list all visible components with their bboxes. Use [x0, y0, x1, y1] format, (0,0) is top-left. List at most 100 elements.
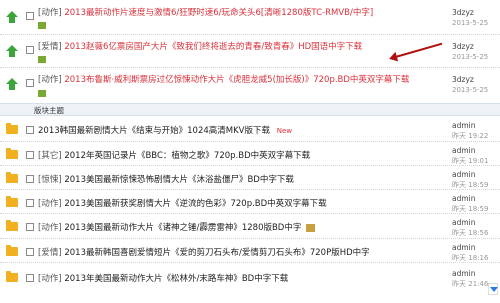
sticky-thread-row[interactable]: [动作] 2013布鲁斯·威利斯票房过亿惊悚动作大片《虎胆龙威5(加长版)》72…: [0, 67, 500, 103]
thread-time: 21:46: [468, 280, 489, 288]
thread-title[interactable]: [动作] 2013美国最新获奖剧情大片《逆流的色彩》720p.BD中英双字幕下载: [38, 197, 327, 209]
thread-author[interactable]: admin: [452, 218, 476, 227]
thread-tag: [动作]: [38, 199, 62, 209]
thread-title[interactable]: [爱情] 2013赵薇6亿票房国产大片《致我们终将逝去的青春/致青春》HD国语中…: [38, 40, 362, 52]
attachment-icon: [306, 223, 316, 232]
thread-author[interactable]: admin: [452, 269, 476, 278]
thread-author[interactable]: 3dzyz: [452, 42, 474, 51]
thread-tag: [动作]: [38, 223, 62, 233]
scroll-down-icon[interactable]: [488, 283, 498, 295]
thread-title[interactable]: [爱情] 2013最新韩国喜剧爱情短片《爱的剪刀石头布/爱情剪刀石头布》720P…: [38, 246, 370, 258]
folder-icon: [6, 196, 18, 208]
thread-author[interactable]: admin: [452, 146, 476, 155]
attachment-icon: [38, 55, 46, 63]
thread-title[interactable]: [动作] 2013年美国最新动作大片《松林外/末路车神》BD中字下载: [38, 272, 288, 284]
thread-title[interactable]: [惊悚] 2013美国最新惊悚恐怖剧情大片《沐浴盐僵尸》BD中字下载: [38, 173, 294, 185]
sticky-thread-row[interactable]: [动作] 2013最新动作片速度与激情6/狂野时速6/玩命关头6[清晰1280版…: [0, 0, 500, 34]
thread-row[interactable]: [动作] 2013美国最新动作大片《诸神之锤/霹雳雷神》1280版BD中字 ad…: [0, 213, 500, 238]
thread-author[interactable]: admin: [452, 243, 476, 252]
thread-tag: [动作]: [38, 75, 62, 85]
new-label: New: [276, 127, 292, 135]
thread-row[interactable]: [其它] 2012年英国记录片《BBC：植物之歌》720p.BD中英双字幕下载 …: [0, 141, 500, 165]
folder-icon: [6, 220, 18, 232]
thread-date-day: 昨天: [452, 181, 466, 189]
thread-title-link[interactable]: 2013最新韩国喜剧爱情短片《爱的剪刀石头布/爱情剪刀石头布》720P版HD中字: [64, 248, 369, 258]
folder-icon: [6, 245, 18, 257]
thread-date-day: 昨天: [452, 280, 466, 288]
folder-icon: [6, 123, 18, 135]
thread-checkbox[interactable]: [26, 12, 34, 20]
attachment-icon: [38, 21, 46, 29]
thread-title-link[interactable]: 2013最新动作片速度与激情6/狂野时速6/玩命关头6[清晰1280版TC-RM…: [64, 8, 373, 18]
thread-title-link[interactable]: 2013布鲁斯·威利斯票房过亿惊悚动作大片《虎胆龙威5(加长版)》720p.BD…: [64, 75, 409, 85]
thread-tag: [惊悚]: [38, 175, 62, 185]
thread-author[interactable]: admin: [452, 121, 476, 130]
thread-checkbox[interactable]: [26, 46, 34, 54]
thread-title-link[interactable]: 2013美国最新惊悚恐怖剧情大片《沐浴盐僵尸》BD中字下载: [64, 175, 294, 185]
thread-checkbox[interactable]: [26, 199, 34, 207]
thread-time: 18:56: [468, 229, 489, 237]
thread-author[interactable]: admin: [452, 194, 476, 203]
thread-checkbox[interactable]: [26, 126, 34, 134]
thread-tag: [其它]: [38, 151, 62, 161]
thread-author[interactable]: admin: [452, 170, 476, 179]
thread-checkbox[interactable]: [26, 274, 34, 282]
thread-date-day: 昨天: [452, 229, 466, 237]
thread-title-link[interactable]: 2013年美国最新动作大片《松林外/末路车神》BD中字下载: [64, 274, 288, 284]
thread-row[interactable]: [动作] 2013美国最新获奖剧情大片《逆流的色彩》720p.BD中英双字幕下载…: [0, 189, 500, 213]
thread-row[interactable]: [爱情] 2013最新韩国喜剧爱情短片《爱的剪刀石头布/爱情剪刀石头布》720P…: [0, 238, 500, 262]
thread-title-link[interactable]: 2013美国最新获奖剧情大片《逆流的色彩》720p.BD中英双字幕下载: [64, 199, 326, 209]
thread-title-link[interactable]: 2013韩国最新剧情大片《结束与开始》1024高清MKV版下载: [38, 126, 270, 136]
thread-author[interactable]: 3dzyz: [452, 75, 474, 84]
sticky-arrow-icon: [6, 78, 18, 90]
thread-checkbox[interactable]: [26, 248, 34, 256]
thread-checkbox[interactable]: [26, 151, 34, 159]
thread-title-link[interactable]: 2013美国最新动作大片《诸神之锤/霹雳雷神》1280版BD中字: [64, 223, 301, 233]
thread-title[interactable]: [动作] 2013美国最新动作大片《诸神之锤/霹雳雷神》1280版BD中字: [38, 221, 316, 233]
folder-icon: [6, 271, 18, 283]
thread-tag: [爱情]: [38, 248, 62, 258]
thread-subline: [38, 55, 50, 63]
thread-title-link[interactable]: 2013赵薇6亿票房国产大片《致我们终将逝去的青春/致青春》HD国语中字下载: [64, 42, 362, 52]
thread-subline: [38, 89, 50, 97]
thread-date: 昨天 19:22: [452, 131, 488, 141]
thread-date-day: 昨天: [452, 205, 466, 213]
thread-time: 18:59: [468, 181, 489, 189]
section-divider: 版块主题: [0, 103, 500, 116]
thread-checkbox[interactable]: [26, 175, 34, 183]
thread-date: 昨天 21:46: [452, 279, 488, 289]
thread-checkbox[interactable]: [26, 79, 34, 87]
thread-title[interactable]: [动作] 2013最新动作片速度与激情6/狂野时速6/玩命关头6[清晰1280版…: [38, 6, 373, 18]
thread-title-link[interactable]: 2012年英国记录片《BBC：植物之歌》720p.BD中英双字幕下载: [64, 151, 310, 161]
sticky-arrow-icon: [6, 45, 18, 57]
thread-date: 2013-5-25: [452, 19, 489, 27]
thread-row[interactable]: 2013韩国最新剧情大片《结束与开始》1024高清MKV版下载 New admi…: [0, 118, 500, 141]
thread-author[interactable]: 3dzyz: [452, 8, 474, 17]
thread-date: 2013-5-25: [452, 53, 489, 61]
attachment-icon: [38, 89, 46, 97]
section-divider-label: 版块主题: [34, 106, 64, 115]
thread-time: 18:16: [468, 254, 489, 262]
thread-subline: [38, 21, 50, 29]
thread-tag: [爱情]: [38, 42, 62, 52]
thread-checkbox[interactable]: [26, 223, 34, 231]
thread-time: 19:01: [468, 157, 489, 165]
thread-title[interactable]: [其它] 2012年英国记录片《BBC：植物之歌》720p.BD中英双字幕下载: [38, 149, 310, 161]
folder-icon: [6, 172, 18, 184]
thread-row[interactable]: [惊悚] 2013美国最新惊悚恐怖剧情大片《沐浴盐僵尸》BD中字下载 admin…: [0, 165, 500, 189]
thread-date: 2013-5-25: [452, 86, 489, 94]
thread-date-day: 昨天: [452, 157, 466, 165]
thread-tag: [动作]: [38, 274, 62, 284]
thread-time: 19:22: [468, 132, 489, 140]
sticky-arrow-icon: [6, 11, 18, 23]
thread-date-day: 昨天: [452, 132, 466, 140]
thread-date: 昨天 18:56: [452, 228, 488, 238]
folder-icon: [6, 148, 18, 160]
thread-title[interactable]: [动作] 2013布鲁斯·威利斯票房过亿惊悚动作大片《虎胆龙威5(加长版)》72…: [38, 73, 409, 85]
thread-title[interactable]: 2013韩国最新剧情大片《结束与开始》1024高清MKV版下载 New: [38, 124, 292, 136]
thread-tag: [动作]: [38, 8, 62, 18]
thread-date-day: 昨天: [452, 254, 466, 262]
thread-row[interactable]: [动作] 2013年美国最新动作大片《松林外/末路车神》BD中字下载 admin…: [0, 262, 500, 303]
sticky-thread-row[interactable]: [爱情] 2013赵薇6亿票房国产大片《致我们终将逝去的青春/致青春》HD国语中…: [0, 34, 500, 67]
thread-time: 18:59: [468, 205, 489, 213]
